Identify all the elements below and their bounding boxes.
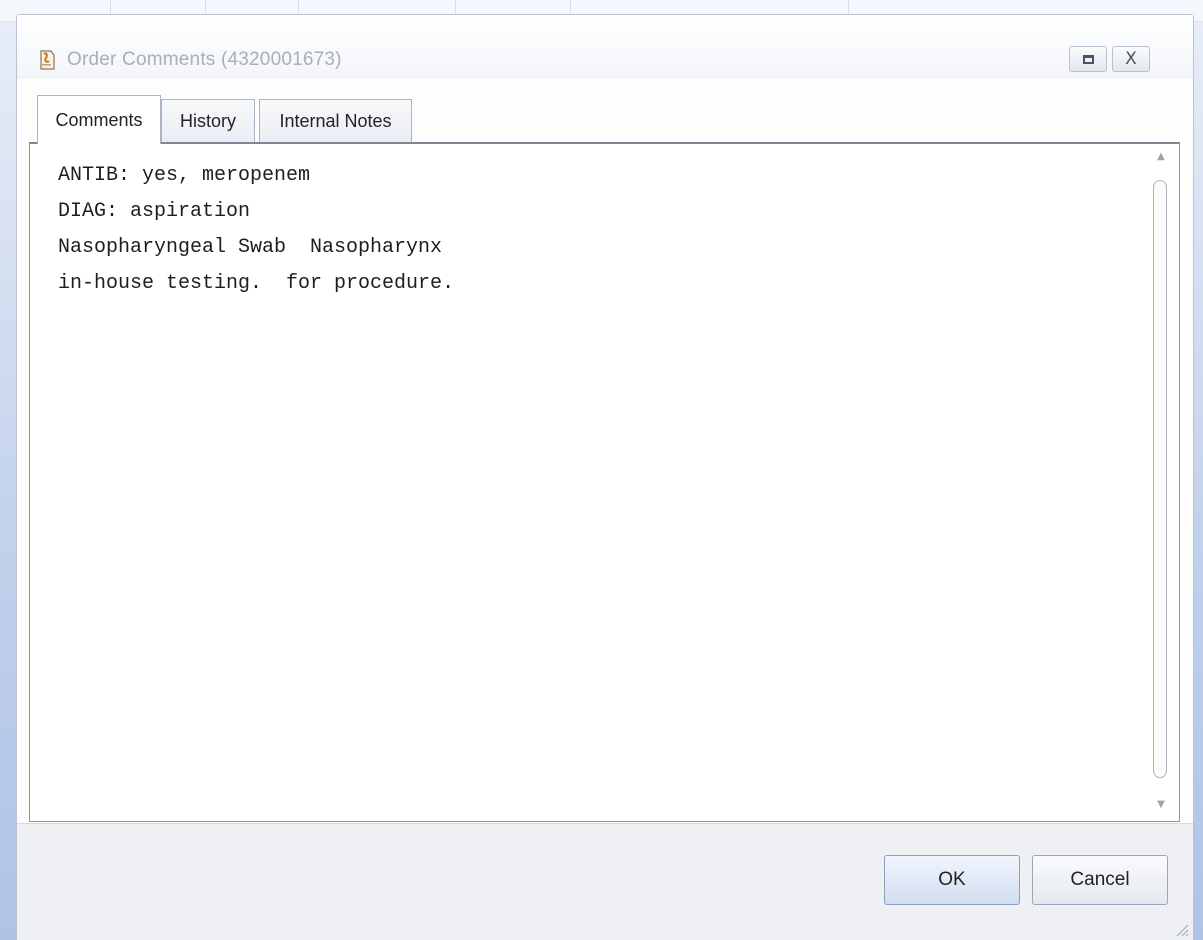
close-button[interactable]: X <box>1112 46 1150 72</box>
tab-label: Internal Notes <box>279 111 392 131</box>
comment-line: Nasopharyngeal Swab Nasopharynx <box>58 236 443 259</box>
scroll-down-icon[interactable]: ▼ <box>1154 798 1168 812</box>
dialog-footer: OK Cancel <box>17 823 1193 940</box>
comments-text-area[interactable]: ANTIB: yes, meropenem DIAG: aspiration Nas… <box>30 144 1142 820</box>
maximize-icon <box>1082 54 1094 64</box>
title-bar[interactable]: Order Comments (4320001673) X <box>17 15 1193 79</box>
order-comments-icon <box>40 50 55 70</box>
tab-history[interactable]: History <box>161 99 255 143</box>
comment-line: DIAG: aspiration <box>58 200 251 223</box>
comment-line: in-house testing. for procedure. <box>58 272 455 295</box>
ok-button[interactable]: OK <box>884 855 1020 905</box>
tab-comments[interactable]: Comments <box>37 95 161 144</box>
window-title: Order Comments (4320001673) <box>67 49 342 70</box>
tab-label: Comments <box>55 109 143 130</box>
maximize-button[interactable] <box>1069 46 1107 72</box>
scroll-up-icon[interactable]: ▲ <box>1154 150 1168 164</box>
resize-grip-icon[interactable] <box>1173 921 1189 937</box>
comment-line: ANTIB: yes, meropenem <box>58 164 311 187</box>
tab-label: History <box>179 111 236 131</box>
comments-panel: ANTIB: yes, meropenem DIAG: aspiration Nas… <box>29 142 1180 822</box>
scroll-thumb[interactable] <box>1153 180 1167 778</box>
tab-internal-notes[interactable]: Internal Notes <box>259 99 412 143</box>
order-comments-dialog: Order Comments (4320001673) X Comments H… <box>16 14 1194 940</box>
close-icon: X <box>1125 49 1137 69</box>
cancel-button[interactable]: Cancel <box>1032 855 1168 905</box>
vertical-scrollbar[interactable]: ▲ ▼ <box>1145 144 1179 820</box>
